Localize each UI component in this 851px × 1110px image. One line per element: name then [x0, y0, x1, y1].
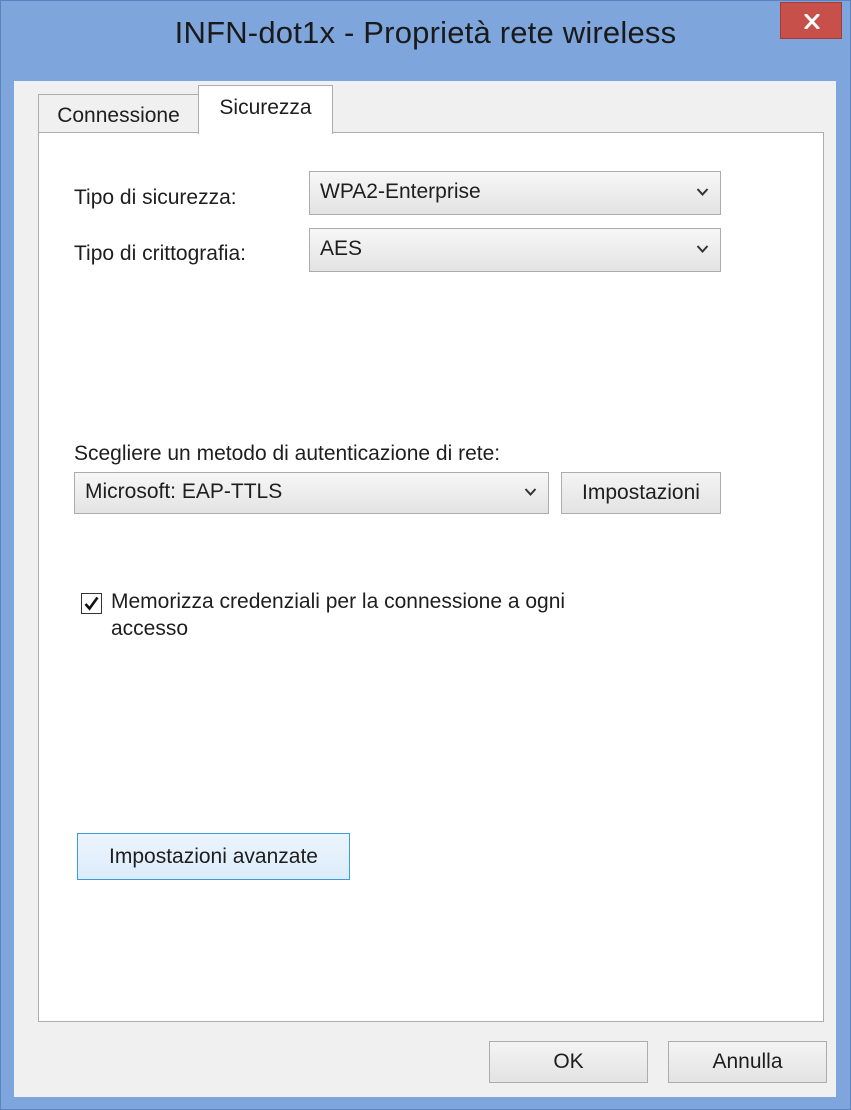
close-button[interactable]	[780, 2, 842, 39]
auth-method-label: Scegliere un metodo di autenticazione di…	[74, 442, 501, 465]
chevron-down-icon	[696, 188, 709, 196]
cancel-button[interactable]: Annulla	[668, 1041, 827, 1083]
tab-sicurezza[interactable]: Sicurezza	[198, 85, 333, 134]
remember-credentials-checkbox[interactable]	[81, 593, 102, 614]
tab-connessione-label: Connessione	[57, 104, 180, 127]
auth-method-select[interactable]: Microsoft: EAP-TTLS	[74, 472, 549, 514]
tab-sicurezza-label: Sicurezza	[219, 96, 312, 119]
chevron-down-icon	[524, 488, 537, 496]
checkmark-icon	[84, 596, 99, 611]
security-type-value: WPA2-Enterprise	[320, 180, 481, 203]
encryption-type-label: Tipo di crittografia:	[74, 242, 246, 265]
title-bar[interactable]: INFN-dot1x - Proprietà rete wireless	[1, 1, 850, 81]
ok-button-label: OK	[553, 1050, 584, 1073]
close-icon	[804, 14, 820, 29]
remember-credentials-label: Memorizza credenziali per la connessione…	[111, 590, 566, 613]
advanced-settings-button[interactable]: Impostazioni avanzate	[77, 833, 350, 880]
security-type-label: Tipo di sicurezza:	[74, 186, 237, 209]
cancel-button-label: Annulla	[712, 1050, 783, 1073]
encryption-type-select[interactable]: AES	[309, 228, 721, 272]
advanced-settings-button-label: Impostazioni avanzate	[109, 845, 318, 868]
auth-method-value: Microsoft: EAP-TTLS	[85, 480, 283, 503]
chevron-down-icon	[696, 245, 709, 253]
ok-button[interactable]: OK	[489, 1041, 648, 1083]
remember-credentials-label-line2: accesso	[111, 617, 189, 640]
security-type-select[interactable]: WPA2-Enterprise	[309, 171, 721, 215]
window-title: INFN-dot1x - Proprietà rete wireless	[174, 15, 677, 50]
auth-settings-button-label: Impostazioni	[582, 481, 700, 504]
auth-settings-button[interactable]: Impostazioni	[561, 472, 721, 514]
dialog-window: INFN-dot1x - Proprietà rete wireless Con…	[0, 0, 851, 1110]
security-tab-panel: Tipo di sicurezza: WPA2-Enterprise Tipo …	[38, 132, 824, 1022]
encryption-type-value: AES	[320, 237, 363, 260]
tab-connessione[interactable]: Connessione	[38, 94, 199, 133]
dialog-client-area: Connessione Sicurezza Tipo di sicurezza:…	[14, 81, 836, 1097]
